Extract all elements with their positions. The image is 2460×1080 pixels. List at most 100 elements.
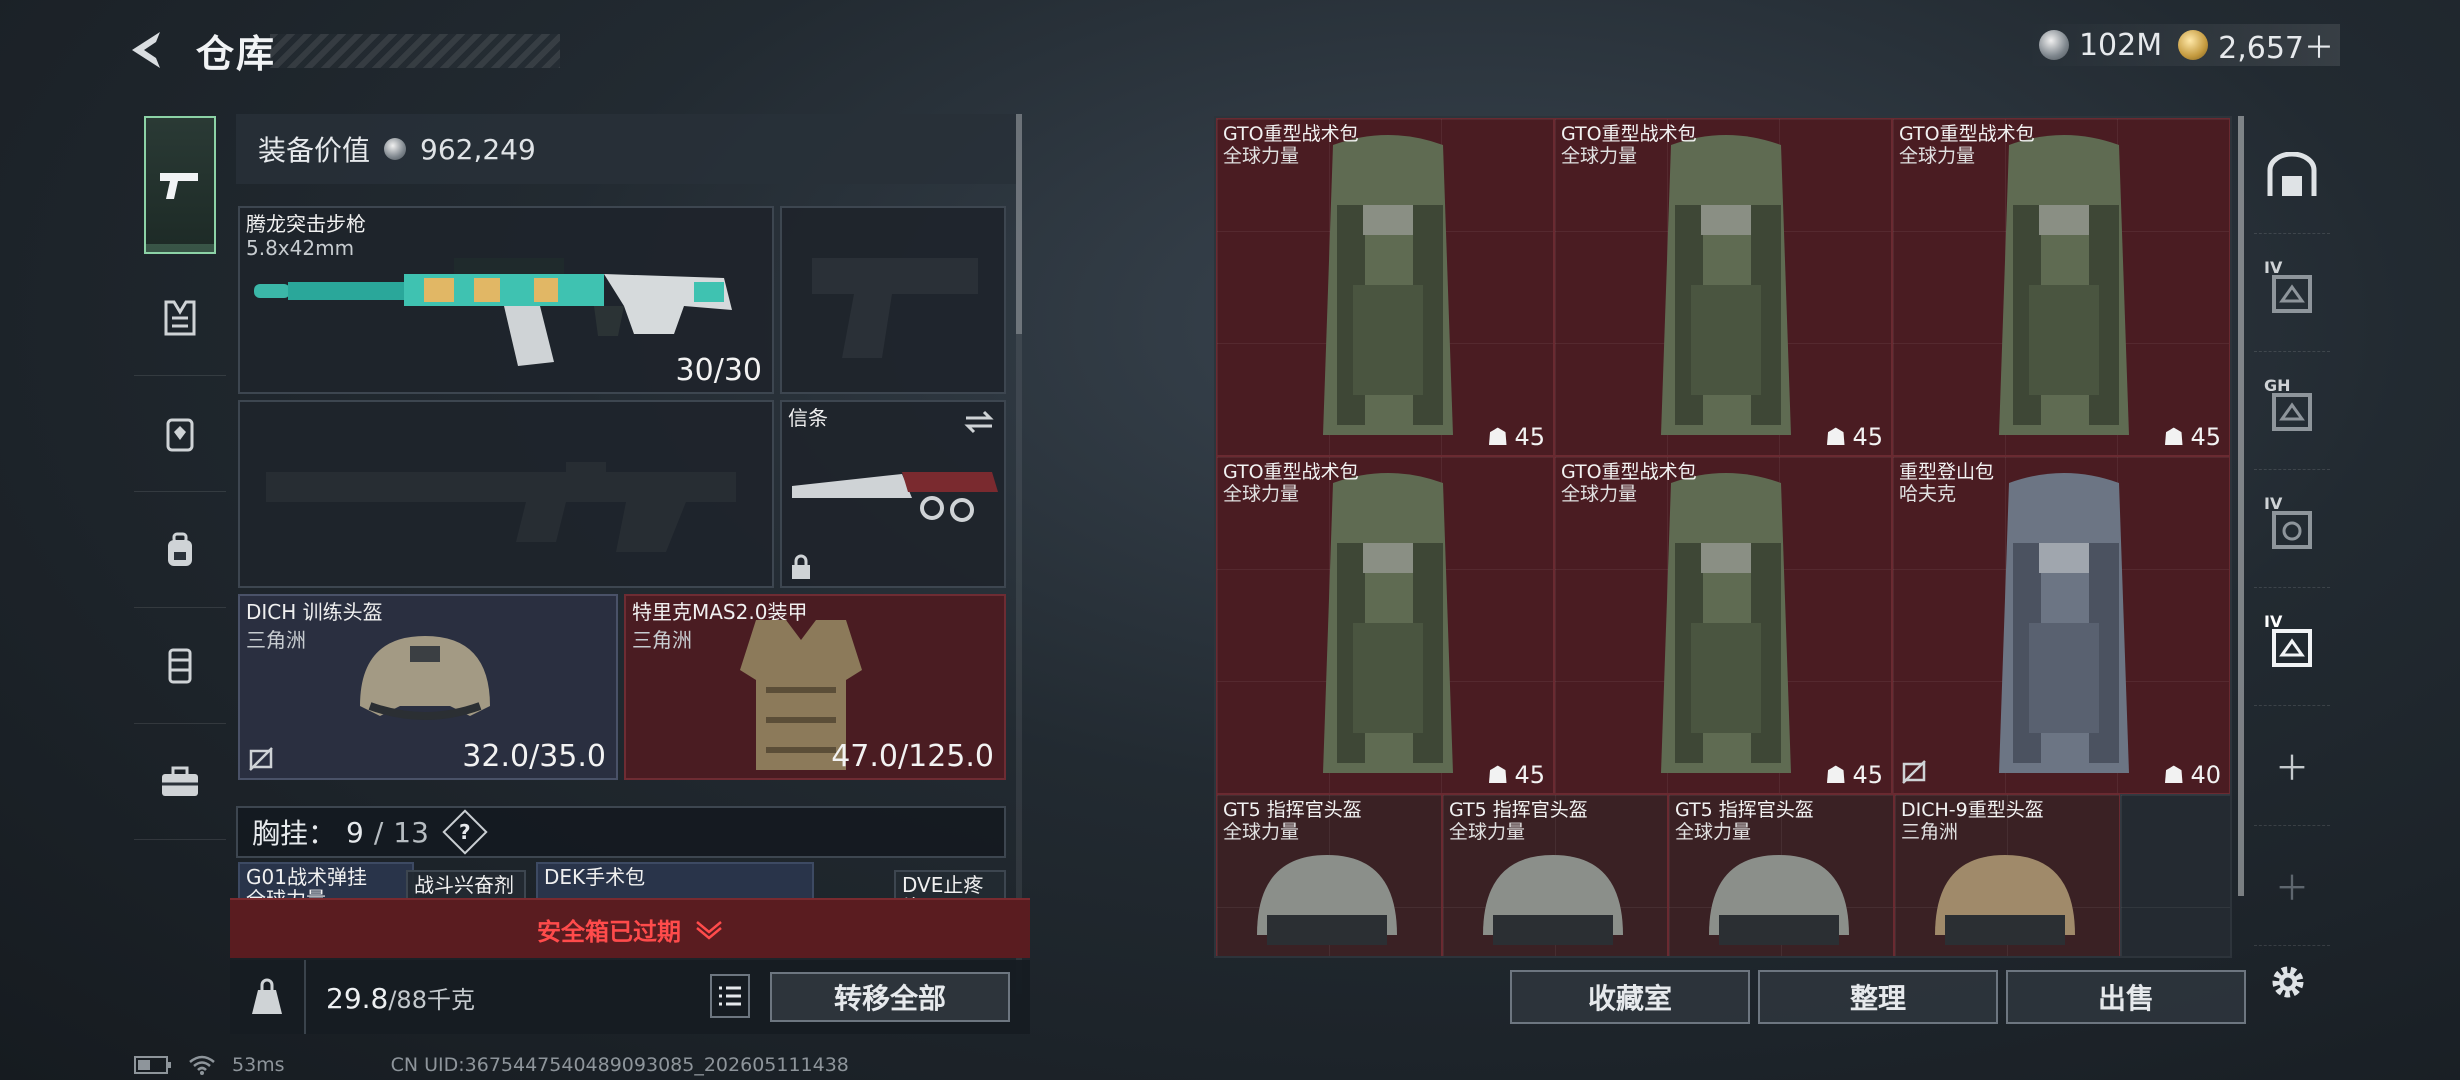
tab-level: GH — [2264, 376, 2291, 395]
storage-item-backpack[interactable]: GTO重型战术包 全球力量 ☗ 45 — [1216, 456, 1554, 794]
weight-bar: 29.8/88千克 转移全部 — [230, 960, 1030, 1034]
pistol-slot[interactable] — [780, 206, 1006, 394]
helmet-durability: 32.0/35.0 — [462, 739, 606, 774]
item-count: ☗ 45 — [1824, 761, 1883, 789]
loadout-scrollbar[interactable] — [1016, 114, 1022, 994]
category-vest[interactable] — [134, 260, 226, 376]
storage-item-backpack[interactable]: GTO重型战术包 全球力量 ☗ 45 — [1216, 118, 1554, 456]
helmet-image — [1935, 855, 2075, 945]
settings-button[interactable] — [2258, 952, 2318, 1012]
loadout-panel: 装备价值 962,249 腾龙突击步枪 5.8x42mm 30/30 信条 DI… — [236, 114, 1028, 1034]
item-name: GTO重型战术包 — [1561, 123, 1697, 145]
melee-name: 信条 — [788, 406, 828, 430]
help-icon[interactable]: ? — [442, 809, 488, 855]
back-arrow-icon[interactable] — [120, 22, 176, 78]
silver-currency[interactable]: 102M — [2038, 27, 2163, 63]
list-view-button[interactable] — [710, 974, 750, 1018]
item-brand: 三角洲 — [1901, 821, 1959, 843]
primary-weapon-slot[interactable]: 腾龙突击步枪 5.8x42mm 30/30 — [238, 206, 774, 394]
category-rig[interactable] — [134, 608, 226, 724]
storage-item-backpack[interactable]: 重型登山包 哈夫克 ☗ 40 — [1892, 456, 2230, 794]
storage-grid: GTO重型战术包 全球力量 ☗ 45 GTO重型战术包 全球力量 ☗ 45 GTO重… — [1214, 116, 2232, 958]
rig-label: 胸挂： — [252, 817, 337, 850]
helmet-image — [1709, 855, 1849, 945]
item-name: GTO重型战术包 — [1223, 461, 1359, 483]
page-title: 仓库 — [196, 31, 277, 76]
gold-amount: 2,657＋ — [2218, 31, 2334, 66]
armor-slot[interactable]: 特里克MAS2.0装甲 三角洲 47.0/125.0 — [624, 594, 1006, 780]
backpack-image — [1999, 473, 2129, 773]
item-brand: 全球力量 — [1561, 483, 1638, 505]
category-case[interactable] — [134, 724, 226, 840]
storage-scrollbar[interactable] — [2238, 116, 2244, 896]
chevron-down-icon — [696, 921, 722, 940]
storage-item-helmet[interactable]: DICH-9重型头盔 三角洲 — [1894, 794, 2120, 956]
item-name: GTO重型战术包 — [1561, 461, 1697, 483]
chest-rig-bar[interactable]: 胸挂： 9/13 ? — [236, 806, 1006, 858]
silver-coin-icon — [384, 138, 407, 160]
weight-text: 29.8/88千克 — [326, 980, 475, 1015]
item-name: GT5 指挥官头盔 — [1449, 799, 1588, 821]
vest-icon — [164, 300, 196, 335]
weight-icon-box — [230, 960, 306, 1034]
backpack-image — [1661, 473, 1791, 773]
organize-button[interactable]: 整理 — [1758, 970, 1998, 1024]
category-rail — [134, 110, 226, 1010]
item-count: ☗ 45 — [1486, 423, 1545, 451]
wifi-icon — [189, 1055, 215, 1075]
safebox-expired-banner[interactable]: 安全箱已过期 — [230, 898, 1030, 958]
helmet-slot[interactable]: DICH 训练头盔 三角洲 32.0/35.0 — [238, 594, 618, 780]
weapon-ammo: 30/30 — [675, 353, 762, 388]
tab-container-4[interactable]: IV — [2254, 588, 2330, 706]
no-insure-icon — [249, 747, 273, 771]
no-insure-icon — [1902, 760, 1926, 784]
category-weapons[interactable] — [144, 116, 216, 254]
currency-bar: 102M 2,657＋ — [2024, 23, 2340, 67]
storage-item-backpack[interactable]: GTO重型战术包 全球力量 ☗ 45 — [1554, 456, 1892, 794]
storage-item-backpack[interactable]: GTO重型战术包 全球力量 ☗ 45 — [1892, 118, 2230, 456]
lock-icon — [792, 554, 810, 579]
item-name: GTO重型战术包 — [1899, 123, 2035, 145]
tab-level: IV — [2264, 494, 2283, 513]
add-tab-button[interactable]: ＋ — [2254, 706, 2330, 826]
knife-icon — [792, 472, 998, 522]
tab-container-2[interactable]: GH — [2254, 352, 2330, 470]
storage-item-helmet[interactable]: GT5 指挥官头盔 全球力量 — [1668, 794, 1894, 956]
rifle-silhouette-icon — [266, 462, 736, 552]
melee-slot[interactable]: 信条 — [780, 400, 1006, 588]
weight-current: 29.8 — [326, 981, 389, 1015]
helmet-name: DICH 训练头盔 — [246, 600, 383, 624]
item-brand: 全球力量 — [1449, 821, 1526, 843]
tab-vault[interactable] — [2254, 116, 2330, 234]
silver-coin-icon — [2038, 30, 2069, 60]
storage-tab-rail: IV GH IV IV ＋ ＋ — [2254, 116, 2330, 976]
transfer-all-button[interactable]: 转移全部 — [770, 972, 1010, 1022]
item-count: ☗ 45 — [1486, 761, 1545, 789]
pistol-silhouette-icon — [812, 258, 978, 358]
item-brand: 全球力量 — [1561, 145, 1638, 167]
category-armor[interactable] — [134, 376, 226, 492]
sell-button[interactable]: 出售 — [2006, 970, 2246, 1024]
item-brand: 哈夫克 — [1899, 483, 1957, 505]
storage-item-backpack[interactable]: GTO重型战术包 全球力量 ☗ 45 — [1554, 118, 1892, 456]
weapon-name: 腾龙突击步枪 — [246, 212, 366, 236]
item-brand: 全球力量 — [1899, 145, 1976, 167]
secondary-weapon-slot[interactable] — [238, 400, 774, 588]
swap-icon[interactable] — [962, 408, 996, 436]
armor-icon — [166, 418, 194, 451]
silver-amount: 102M — [2078, 27, 2163, 63]
storage-empty-slot[interactable] — [2120, 794, 2230, 956]
add-tab-button-disabled[interactable]: ＋ — [2254, 826, 2330, 946]
header: 仓库 — [120, 22, 564, 78]
gold-currency[interactable]: 2,657＋ — [2178, 23, 2334, 67]
item-brand: 全球力量 — [1223, 821, 1300, 843]
rig-icon — [168, 648, 192, 683]
tab-container-1[interactable]: IV — [2254, 234, 2330, 352]
gear-icon — [2272, 966, 2304, 998]
collection-room-button[interactable]: 收藏室 — [1510, 970, 1750, 1024]
storage-item-helmet[interactable]: GT5 指挥官头盔 全球力量 — [1442, 794, 1668, 956]
storage-item-helmet[interactable]: GT5 指挥官头盔 全球力量 — [1216, 794, 1442, 956]
tab-container-3[interactable]: IV — [2254, 470, 2330, 588]
category-backpack[interactable] — [134, 492, 226, 608]
helmet-image — [1483, 855, 1623, 945]
